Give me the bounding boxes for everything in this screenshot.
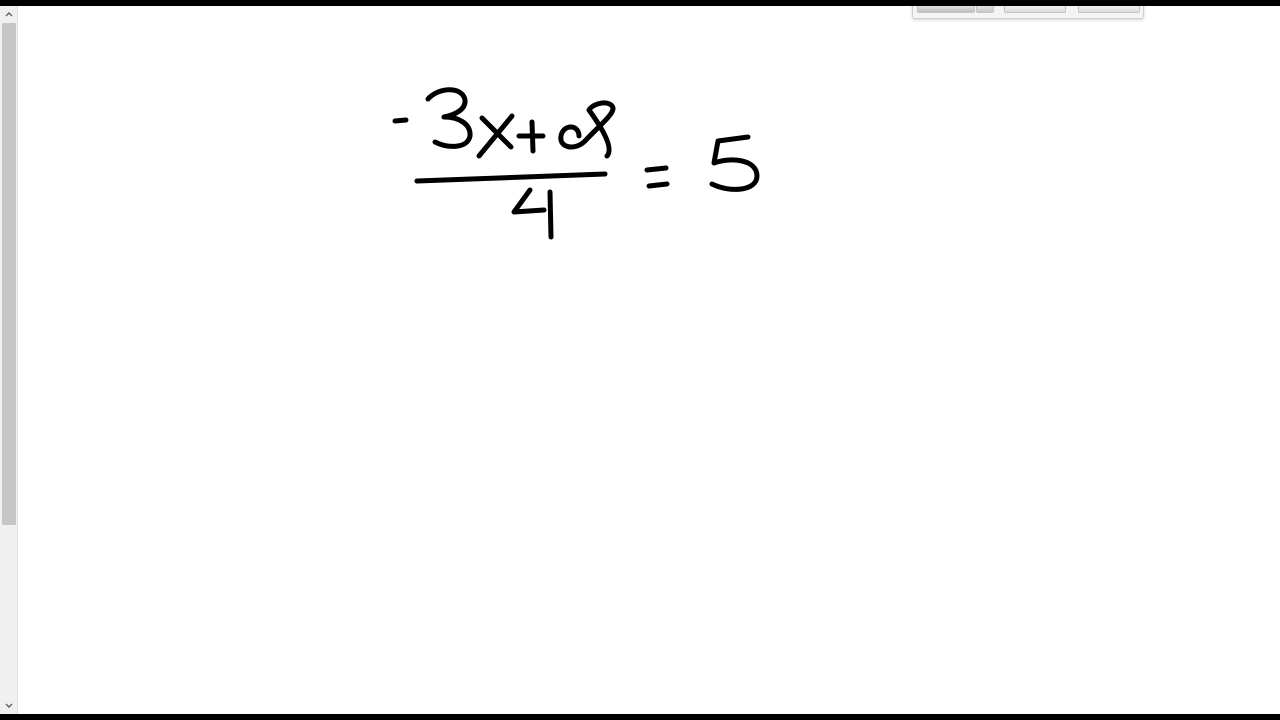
numerator-ink bbox=[392, 87, 616, 159]
minus-sign-stroke bbox=[392, 117, 409, 124]
letter-x-stroke bbox=[476, 113, 515, 159]
digit-2-stroke bbox=[558, 100, 616, 159]
scroll-down-arrow-icon[interactable] bbox=[0, 698, 18, 714]
whiteboard-window bbox=[0, 6, 1280, 714]
vertical-scrollbar[interactable] bbox=[0, 6, 18, 714]
handwritten-equation bbox=[392, 87, 760, 240]
scrollbar-thumb[interactable] bbox=[2, 23, 16, 525]
fraction-bar-stroke bbox=[414, 171, 608, 184]
digit-5-stroke bbox=[709, 134, 760, 192]
scroll-up-arrow-icon[interactable] bbox=[0, 6, 18, 22]
digit-4-stroke bbox=[511, 187, 554, 240]
equals-sign-ink bbox=[644, 165, 670, 189]
whiteboard-canvas[interactable] bbox=[19, 6, 1280, 714]
digit-3-stroke bbox=[425, 87, 473, 149]
plus-sign-stroke bbox=[516, 119, 546, 154]
